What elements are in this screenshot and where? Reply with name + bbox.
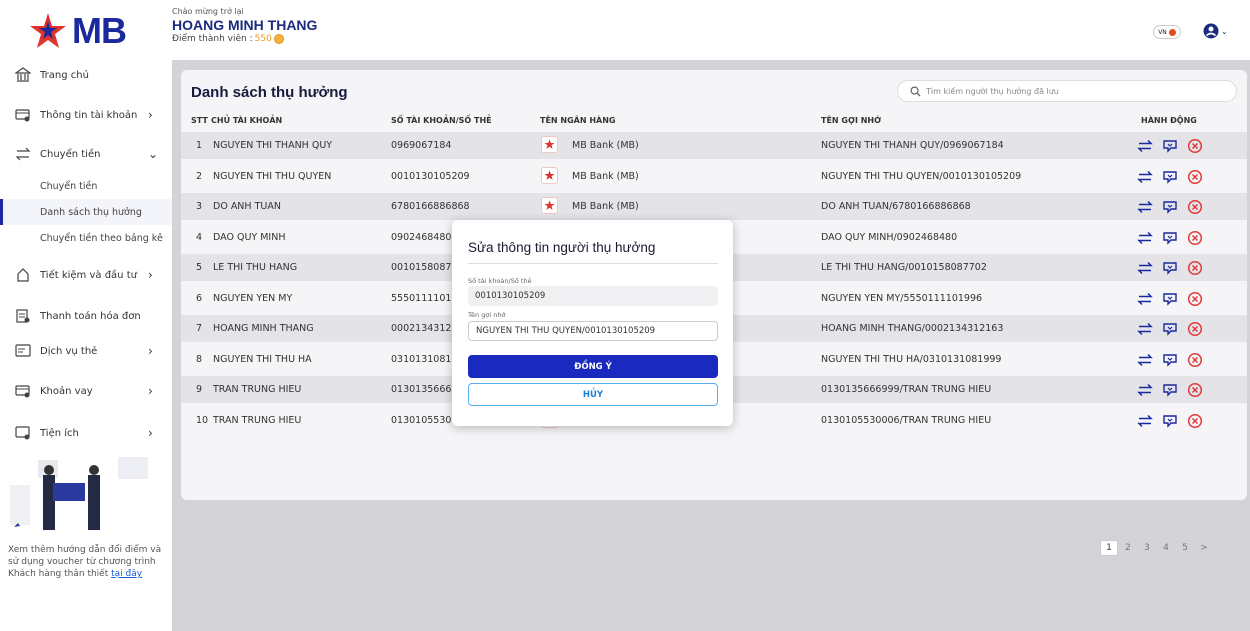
sidebar-item-label: Dịch vụ thẻ <box>40 345 98 357</box>
chevron-down-icon: ⌄ <box>1221 26 1228 36</box>
promo-link[interactable]: tại đây <box>111 569 142 579</box>
sidebar-item-utilities[interactable]: Tiện ích › <box>0 422 172 444</box>
greeting: Chào mừng trở lại HOANG MINH THANG Điểm … <box>172 7 317 44</box>
user-menu-button[interactable]: ⌄ <box>1203 23 1228 39</box>
flag-icon <box>1168 28 1176 36</box>
chevron-right-icon: › <box>148 268 153 282</box>
promo-text: Xem thêm hướng dẫn đổi điểm và sử dụng v… <box>8 544 168 580</box>
sidebar-item-label: Thanh toán hóa đơn <box>40 310 141 322</box>
points-label: Điểm thành viên : <box>172 34 253 44</box>
sidebar-item-label: Tiện ích <box>40 427 79 439</box>
account-field: 0010130105209 <box>468 286 718 306</box>
savings-icon <box>17 268 29 282</box>
card-icon <box>15 344 31 357</box>
loyalty-promo: Xem thêm hướng dẫn đổi điểm và sử dụng v… <box>8 455 168 580</box>
chevron-right-icon: › <box>148 384 153 398</box>
user-icon <box>1203 23 1219 39</box>
nickname-input[interactable]: NGUYEN THI THU QUYEN/0010130105209 <box>468 321 718 341</box>
language-label: VN <box>1158 28 1167 36</box>
sidebar-item-label: Chuyển tiền <box>40 148 101 160</box>
welcome-text: Chào mừng trở lại <box>172 7 244 16</box>
sidebar-item-card-service[interactable]: Dịch vụ thẻ › <box>0 340 172 362</box>
sidebar-subitem-beneficiaries[interactable]: Danh sách thụ hưởng <box>0 199 172 225</box>
mb-star-icon <box>30 13 66 48</box>
user-name: HOANG MINH THANG <box>172 17 318 33</box>
sidebar-item-label: Trang chủ <box>40 69 89 81</box>
confirm-button[interactable]: ĐỒNG Ý <box>468 355 718 378</box>
chevron-down-icon: ⌄ <box>148 147 159 161</box>
bill-icon <box>16 309 30 323</box>
top-header: MB Chào mừng trở lại HOANG MINH THANG Đi… <box>0 0 1250 60</box>
modal-title: Sửa thông tin người thụ hưởng <box>468 240 656 255</box>
chevron-right-icon: › <box>148 344 153 358</box>
sidebar-item-home[interactable]: Trang chủ <box>0 64 172 86</box>
edit-beneficiary-modal: Sửa thông tin người thụ hưởng Số tài kho… <box>452 220 733 426</box>
bank-icon <box>15 67 31 82</box>
coin-icon <box>273 34 284 44</box>
logo-text: MB <box>72 10 127 51</box>
points-value: 550 <box>254 34 272 44</box>
member-points: Điểm thành viên : 550 <box>172 34 317 44</box>
account-label: Số tài khoản/Số thẻ <box>468 277 532 285</box>
sidebar-item-bill-payment[interactable]: Thanh toán hóa đơn <box>0 305 172 327</box>
sidebar-item-account-info[interactable]: Thông tin tài khoản › <box>0 104 172 126</box>
language-switch[interactable]: VN <box>1153 25 1181 39</box>
sidebar-subitem-transfer[interactable]: Chuyển tiền <box>0 173 172 199</box>
transfer-icon <box>15 147 31 161</box>
sidebar: Trang chủ Thông tin tài khoản › Chuyển t… <box>0 60 172 631</box>
loan-icon <box>15 385 30 398</box>
sidebar-item-label: Khoản vay <box>40 385 93 397</box>
nickname-label: Tên gợi nhớ <box>468 311 506 319</box>
divider <box>468 263 718 264</box>
chevron-right-icon: › <box>148 426 153 440</box>
promo-illustration <box>8 455 158 540</box>
sidebar-item-label: Thông tin tài khoản <box>40 109 138 121</box>
sidebar-subitem-batch-transfer[interactable]: Chuyển tiền theo bảng kê <box>0 225 172 251</box>
account-card-icon <box>15 109 30 122</box>
sidebar-item-label: Tiết kiệm và đầu tư <box>40 269 137 281</box>
sidebar-item-transfer[interactable]: Chuyển tiền ⌄ <box>0 143 172 165</box>
cancel-button[interactable]: HỦY <box>468 383 718 406</box>
mb-logo[interactable]: MB <box>28 10 148 52</box>
sidebar-item-savings[interactable]: Tiết kiệm và đầu tư › <box>0 264 172 286</box>
utility-icon <box>15 426 30 440</box>
chevron-right-icon: › <box>148 108 153 122</box>
sidebar-item-loan[interactable]: Khoản vay › <box>0 380 172 402</box>
